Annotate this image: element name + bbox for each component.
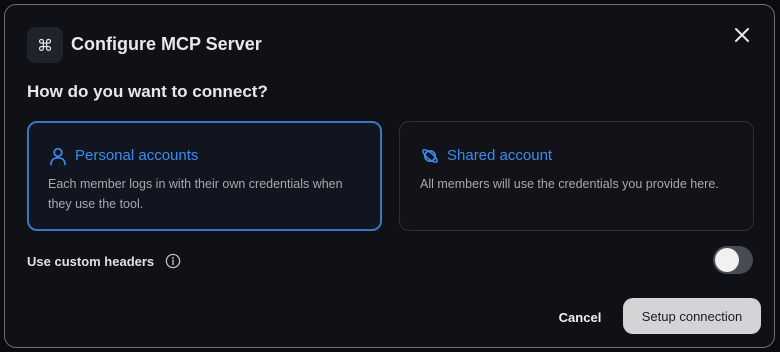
user-icon	[50, 147, 66, 166]
toggle-knob	[715, 248, 739, 272]
configure-mcp-dialog: ⌘ Configure MCP Server How do you want t…	[4, 4, 775, 348]
command-icon: ⌘	[27, 27, 63, 63]
custom-headers-label: Use custom headers	[27, 254, 155, 269]
close-button[interactable]	[730, 23, 754, 47]
custom-headers-toggle[interactable]	[713, 246, 753, 274]
option-shared-account[interactable]: Shared account All members will use the …	[399, 121, 754, 231]
connection-question: How do you want to connect?	[27, 82, 268, 101]
info-icon[interactable]	[165, 253, 181, 269]
option-personal-accounts[interactable]: Personal accounts Each member logs in wi…	[27, 121, 382, 231]
cancel-button[interactable]: Cancel	[545, 299, 615, 335]
option-title: Personal accounts	[75, 147, 199, 164]
setup-connection-button[interactable]: Setup connection	[623, 298, 761, 334]
planet-icon	[422, 149, 438, 163]
option-title: Shared account	[447, 147, 553, 164]
close-icon	[735, 28, 749, 42]
option-description: All members will use the credentials you…	[420, 177, 719, 191]
dialog-title: Configure MCP Server	[71, 34, 262, 54]
option-description: Each member logs in with their own crede…	[48, 177, 343, 211]
